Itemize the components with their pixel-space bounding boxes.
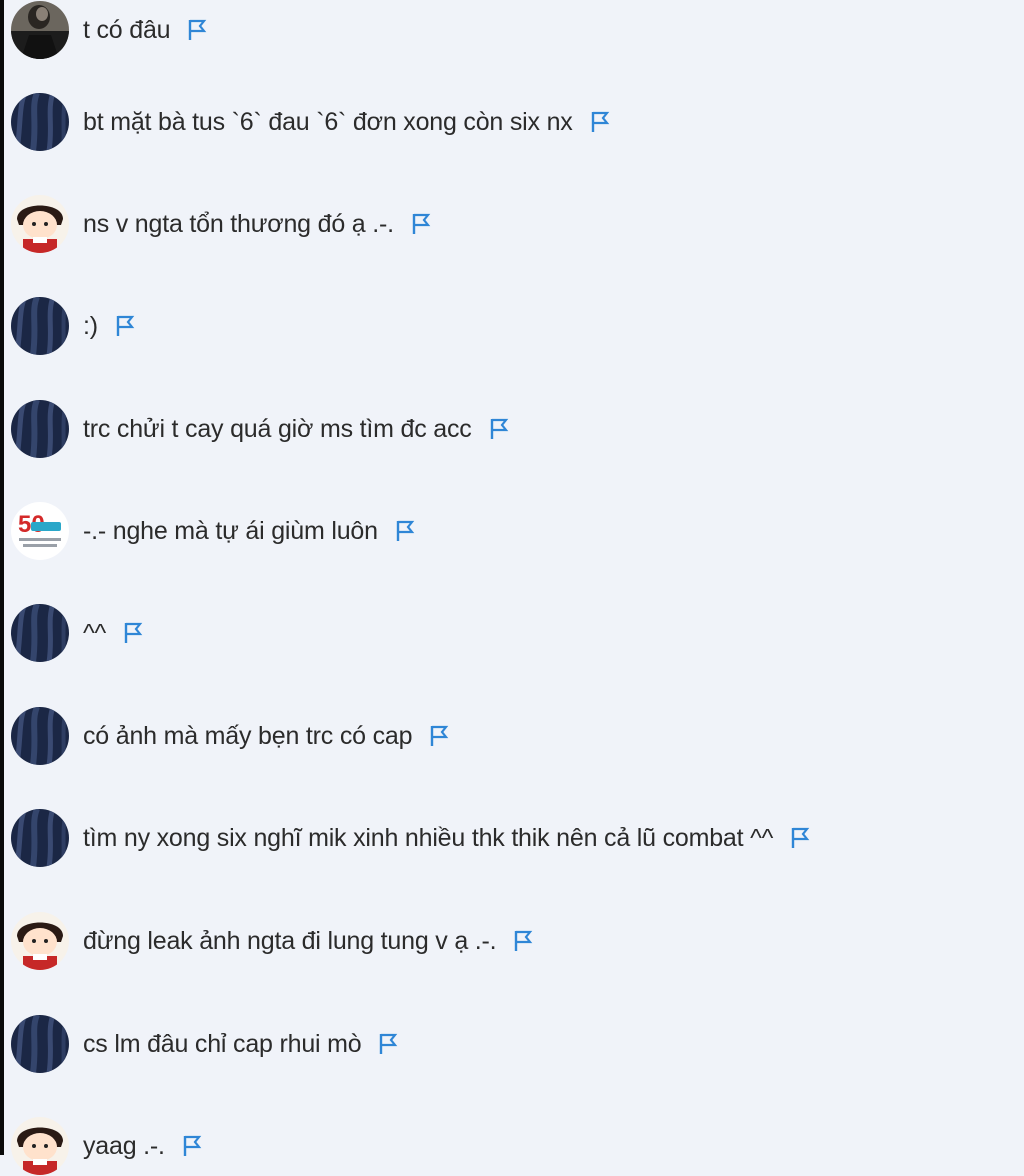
avatar[interactable] [11, 400, 69, 458]
avatar[interactable] [11, 195, 69, 253]
avatar-cartoon-girl-image [11, 195, 69, 253]
avatar-navy-fabric-image [11, 809, 69, 867]
message-row: bt mặt bà tus `6` đau `6` đơn xong còn s… [11, 92, 611, 152]
message-text: tìm ny xong six nghĩ mik xinh nhiều thk … [83, 823, 774, 852]
avatar-navy-fabric-image [11, 707, 69, 765]
avatar[interactable] [11, 1117, 69, 1175]
flag-icon[interactable] [394, 519, 416, 543]
avatar-dark-person-image [11, 1, 69, 59]
message-row: cs lm đâu chỉ cap rhui mò [11, 1014, 399, 1074]
message-row: yaag .-. [11, 1116, 203, 1176]
avatar[interactable] [11, 809, 69, 867]
avatar-cartoon-girl-image [11, 1117, 69, 1175]
flag-icon[interactable] [122, 621, 144, 645]
message-row: đừng leak ảnh ngta đi lung tung v ạ .-. [11, 911, 534, 971]
message-text: đừng leak ảnh ngta đi lung tung v ạ .-. [83, 926, 497, 955]
avatar-navy-fabric-image [11, 604, 69, 662]
flag-icon[interactable] [186, 18, 208, 42]
message-text: -.- nghe mà tự ái giùm luôn [83, 516, 378, 545]
avatar-navy-fabric-image [11, 297, 69, 355]
flag-icon[interactable] [789, 826, 811, 850]
flag-icon[interactable] [512, 929, 534, 953]
message-row: t có đâu [11, 0, 208, 60]
chat-message-list: t có đâu bt mặt bà tus `6` đau `6` đơn x… [0, 0, 1024, 1175]
message-row: trc chửi t cay quá giờ ms tìm đc acc [11, 399, 510, 459]
avatar-navy-fabric-image [11, 1015, 69, 1073]
message-text: trc chửi t cay quá giờ ms tìm đc acc [83, 414, 472, 443]
avatar[interactable] [11, 297, 69, 355]
avatar-logo-50-image: 50 [11, 502, 69, 560]
avatar-cartoon-girl-image [11, 912, 69, 970]
avatar[interactable] [11, 604, 69, 662]
message-text: cs lm đâu chỉ cap rhui mò [83, 1029, 362, 1058]
flag-icon[interactable] [428, 724, 450, 748]
message-text: t có đâu [83, 15, 171, 44]
flag-icon[interactable] [181, 1134, 203, 1158]
flag-icon[interactable] [410, 212, 432, 236]
avatar[interactable] [11, 93, 69, 151]
message-row: có ảnh mà mấy bẹn trc có cap [11, 706, 450, 766]
message-row: :) [11, 296, 136, 356]
message-text: ^^ [83, 618, 107, 647]
message-text: bt mặt bà tus `6` đau `6` đơn xong còn s… [83, 107, 573, 136]
flag-icon[interactable] [589, 110, 611, 134]
message-text: ns v ngta tổn thương đó ạ .-. [83, 209, 394, 238]
message-row: ^^ [11, 603, 144, 663]
message-text: yaag .-. [83, 1131, 165, 1160]
flag-icon[interactable] [488, 417, 510, 441]
avatar[interactable]: 50 [11, 502, 69, 560]
avatar-navy-fabric-image [11, 93, 69, 151]
avatar[interactable] [11, 912, 69, 970]
message-row: ns v ngta tổn thương đó ạ .-. [11, 194, 432, 254]
avatar[interactable] [11, 1, 69, 59]
message-row: 50 -.- nghe mà tự ái giùm luôn [11, 501, 416, 561]
avatar[interactable] [11, 1015, 69, 1073]
message-row: tìm ny xong six nghĩ mik xinh nhiều thk … [11, 808, 811, 868]
message-text: có ảnh mà mấy bẹn trc có cap [83, 721, 413, 750]
avatar[interactable] [11, 707, 69, 765]
avatar-navy-fabric-image [11, 400, 69, 458]
flag-icon[interactable] [377, 1032, 399, 1056]
message-text: :) [83, 311, 98, 340]
flag-icon[interactable] [114, 314, 136, 338]
